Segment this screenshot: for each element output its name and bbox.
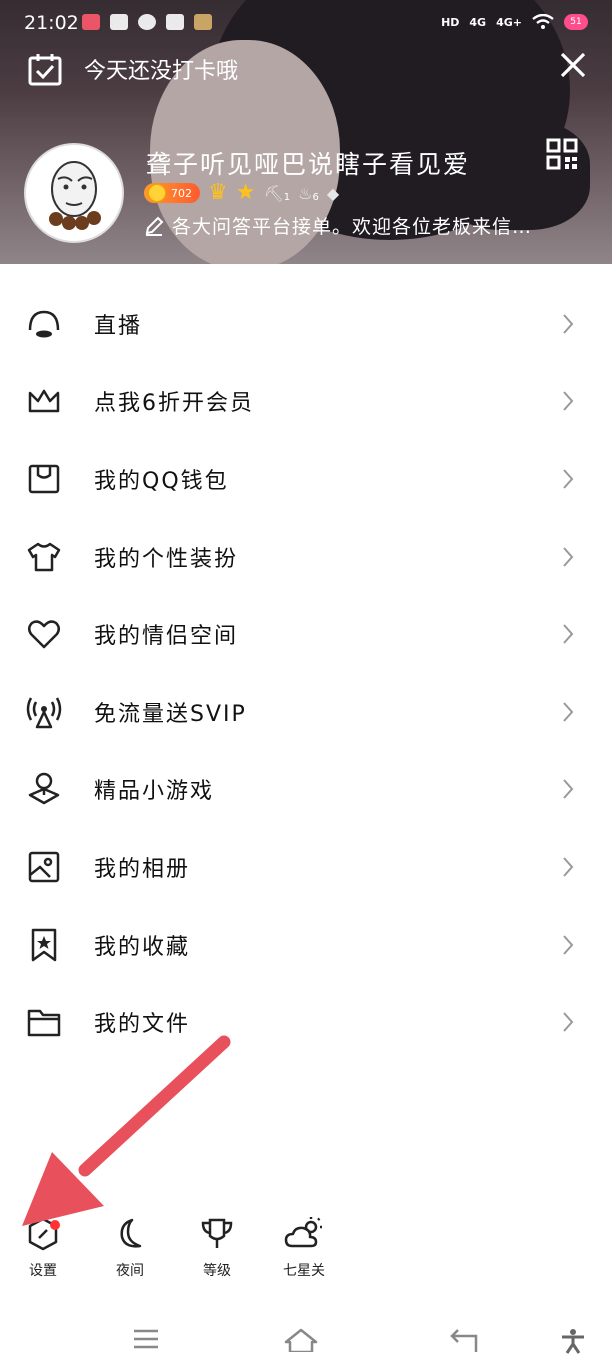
photo-icon: [28, 851, 60, 883]
notification-icon: [194, 14, 212, 30]
signature[interactable]: 各大问答平台接单。欢迎各位老板来信…: [144, 212, 564, 239]
menu-item-label: 我的个性装扮: [94, 546, 239, 572]
menu-item-label: 我的相册: [94, 856, 191, 882]
accessibility-icon[interactable]: [560, 1328, 586, 1354]
menu-item-label: 我的文件: [94, 1012, 191, 1038]
trophy-icon: [201, 1218, 233, 1248]
level-number: 702: [171, 186, 192, 200]
crown-icon: [28, 390, 60, 413]
badge-count: 6: [312, 191, 319, 203]
menu-item-label: 点我6折开会员: [94, 391, 254, 417]
notification-dot: [50, 1220, 60, 1230]
hd-indicator: HD: [441, 15, 460, 29]
avatar-image: [49, 161, 101, 230]
weather-button[interactable]: 七星关: [274, 1216, 334, 1280]
bookmark-star-icon: [31, 928, 57, 961]
menu-item-album[interactable]: 我的相册: [0, 828, 612, 906]
signal-4g-plus: 4G+: [496, 15, 522, 29]
game-pin-icon: [28, 773, 60, 805]
checkin-text: 今天还没打卡哦: [84, 59, 239, 84]
menu-item-wallet[interactable]: 我的QQ钱包: [0, 440, 612, 518]
menu-item-label: 直播: [94, 313, 143, 339]
notification-icon: [110, 14, 128, 30]
chevron-right-icon: [563, 857, 574, 877]
wifi-icon: [532, 14, 554, 29]
weather-cloud-sun-icon: [284, 1217, 322, 1248]
menu-item-live[interactable]: 直播: [0, 285, 612, 363]
hat-badge-icon: ⛏ 1: [263, 183, 291, 203]
qr-code-icon[interactable]: [546, 138, 578, 170]
heart-icon: [28, 620, 60, 649]
level-badges[interactable]: 702 ♛ ★ ⛏ 1 ♨ 6 ◆: [144, 182, 339, 204]
system-nav-bar: [0, 1320, 612, 1354]
live-icon: [28, 310, 60, 338]
chevron-right-icon: [563, 391, 574, 412]
chevron-right-icon: [563, 779, 574, 800]
diamond-badge-icon: ◆: [326, 183, 340, 203]
status-right: HD 4G 4G+ 51: [441, 14, 588, 30]
calendar-check-icon: [28, 54, 62, 86]
menu-list: 直播 点我6折开会员 我的QQ钱包 我的个性装扮 我的情侣空间 免流量送SVIP…: [0, 285, 612, 1061]
chevron-right-icon: [563, 1012, 574, 1032]
bottom-toolbar: 设置 夜间 等级 七星关: [0, 1216, 380, 1286]
menu-item-couple-space[interactable]: 我的情侣空间: [0, 595, 612, 673]
chat-notification-icon: [138, 14, 156, 30]
battery-icon: 51: [564, 14, 588, 30]
settings-button[interactable]: 设置: [13, 1216, 73, 1280]
chevron-right-icon: [563, 624, 574, 644]
poop-badge-icon: ♨ 6: [298, 183, 319, 203]
moon-icon: [120, 1218, 142, 1248]
chevron-right-icon: [563, 934, 574, 955]
signal-4g: 4G: [469, 15, 487, 29]
chevron-right-icon: [563, 314, 574, 334]
wallet-icon: [28, 464, 60, 494]
checkin-button[interactable]: 今天还没打卡哦: [28, 52, 238, 86]
menu-item-label: 我的收藏: [94, 934, 191, 960]
antenna-icon: [26, 697, 62, 729]
tshirt-icon: [27, 542, 61, 571]
level-button[interactable]: 等级: [187, 1216, 247, 1280]
chevron-right-icon: [563, 546, 574, 567]
chevron-right-icon: [563, 702, 574, 722]
pencil-icon: [145, 216, 164, 236]
menu-item-mini-games[interactable]: 精品小游戏: [0, 751, 612, 829]
status-bar: 21:02 HD 4G 4G+ 51: [0, 0, 612, 48]
nickname[interactable]: 聋子听见哑巴说瞎子看见爱: [146, 145, 470, 181]
avatar[interactable]: [24, 143, 124, 243]
crown-badge-icon: ♛: [208, 180, 228, 205]
home-icon[interactable]: [284, 1328, 318, 1352]
profile-header: 21:02 HD 4G 4G+ 51 今天还没打卡哦 聋子听见哑巴说瞎子看见爱 …: [0, 0, 612, 264]
chevron-right-icon: [563, 469, 574, 489]
menu-item-label: 免流量送SVIP: [94, 701, 247, 727]
night-mode-button[interactable]: 夜间: [100, 1216, 160, 1280]
settings-label: 设置: [29, 1263, 57, 1279]
notification-icons: [82, 14, 212, 30]
coin-icon: [148, 184, 166, 202]
menu-item-label: 精品小游戏: [94, 779, 215, 805]
night-mode-label: 夜间: [116, 1263, 144, 1279]
level-label: 等级: [203, 1263, 231, 1279]
menu-item-files[interactable]: 我的文件: [0, 983, 612, 1061]
menu-item-free-data[interactable]: 免流量送SVIP: [0, 673, 612, 751]
notification-icon: [82, 14, 100, 30]
badge-count: 1: [283, 191, 291, 203]
weather-label: 七星关: [283, 1263, 325, 1279]
folder-icon: [27, 1009, 61, 1037]
status-time: 21:02: [24, 12, 79, 34]
menu-item-theme[interactable]: 我的个性装扮: [0, 518, 612, 596]
close-icon[interactable]: [558, 50, 588, 80]
notification-icon: [166, 14, 184, 30]
menu-item-vip[interactable]: 点我6折开会员: [0, 363, 612, 441]
menu-item-favorites[interactable]: 我的收藏: [0, 906, 612, 984]
menu-item-label: 我的QQ钱包: [94, 468, 229, 494]
star-badge-icon: ★: [235, 180, 256, 205]
menu-icon[interactable]: [132, 1328, 160, 1350]
level-badge: 702: [144, 183, 200, 203]
signature-text: 各大问答平台接单。欢迎各位老板来信…: [172, 216, 533, 238]
menu-item-label: 我的情侣空间: [94, 624, 239, 650]
back-icon[interactable]: [450, 1328, 480, 1352]
